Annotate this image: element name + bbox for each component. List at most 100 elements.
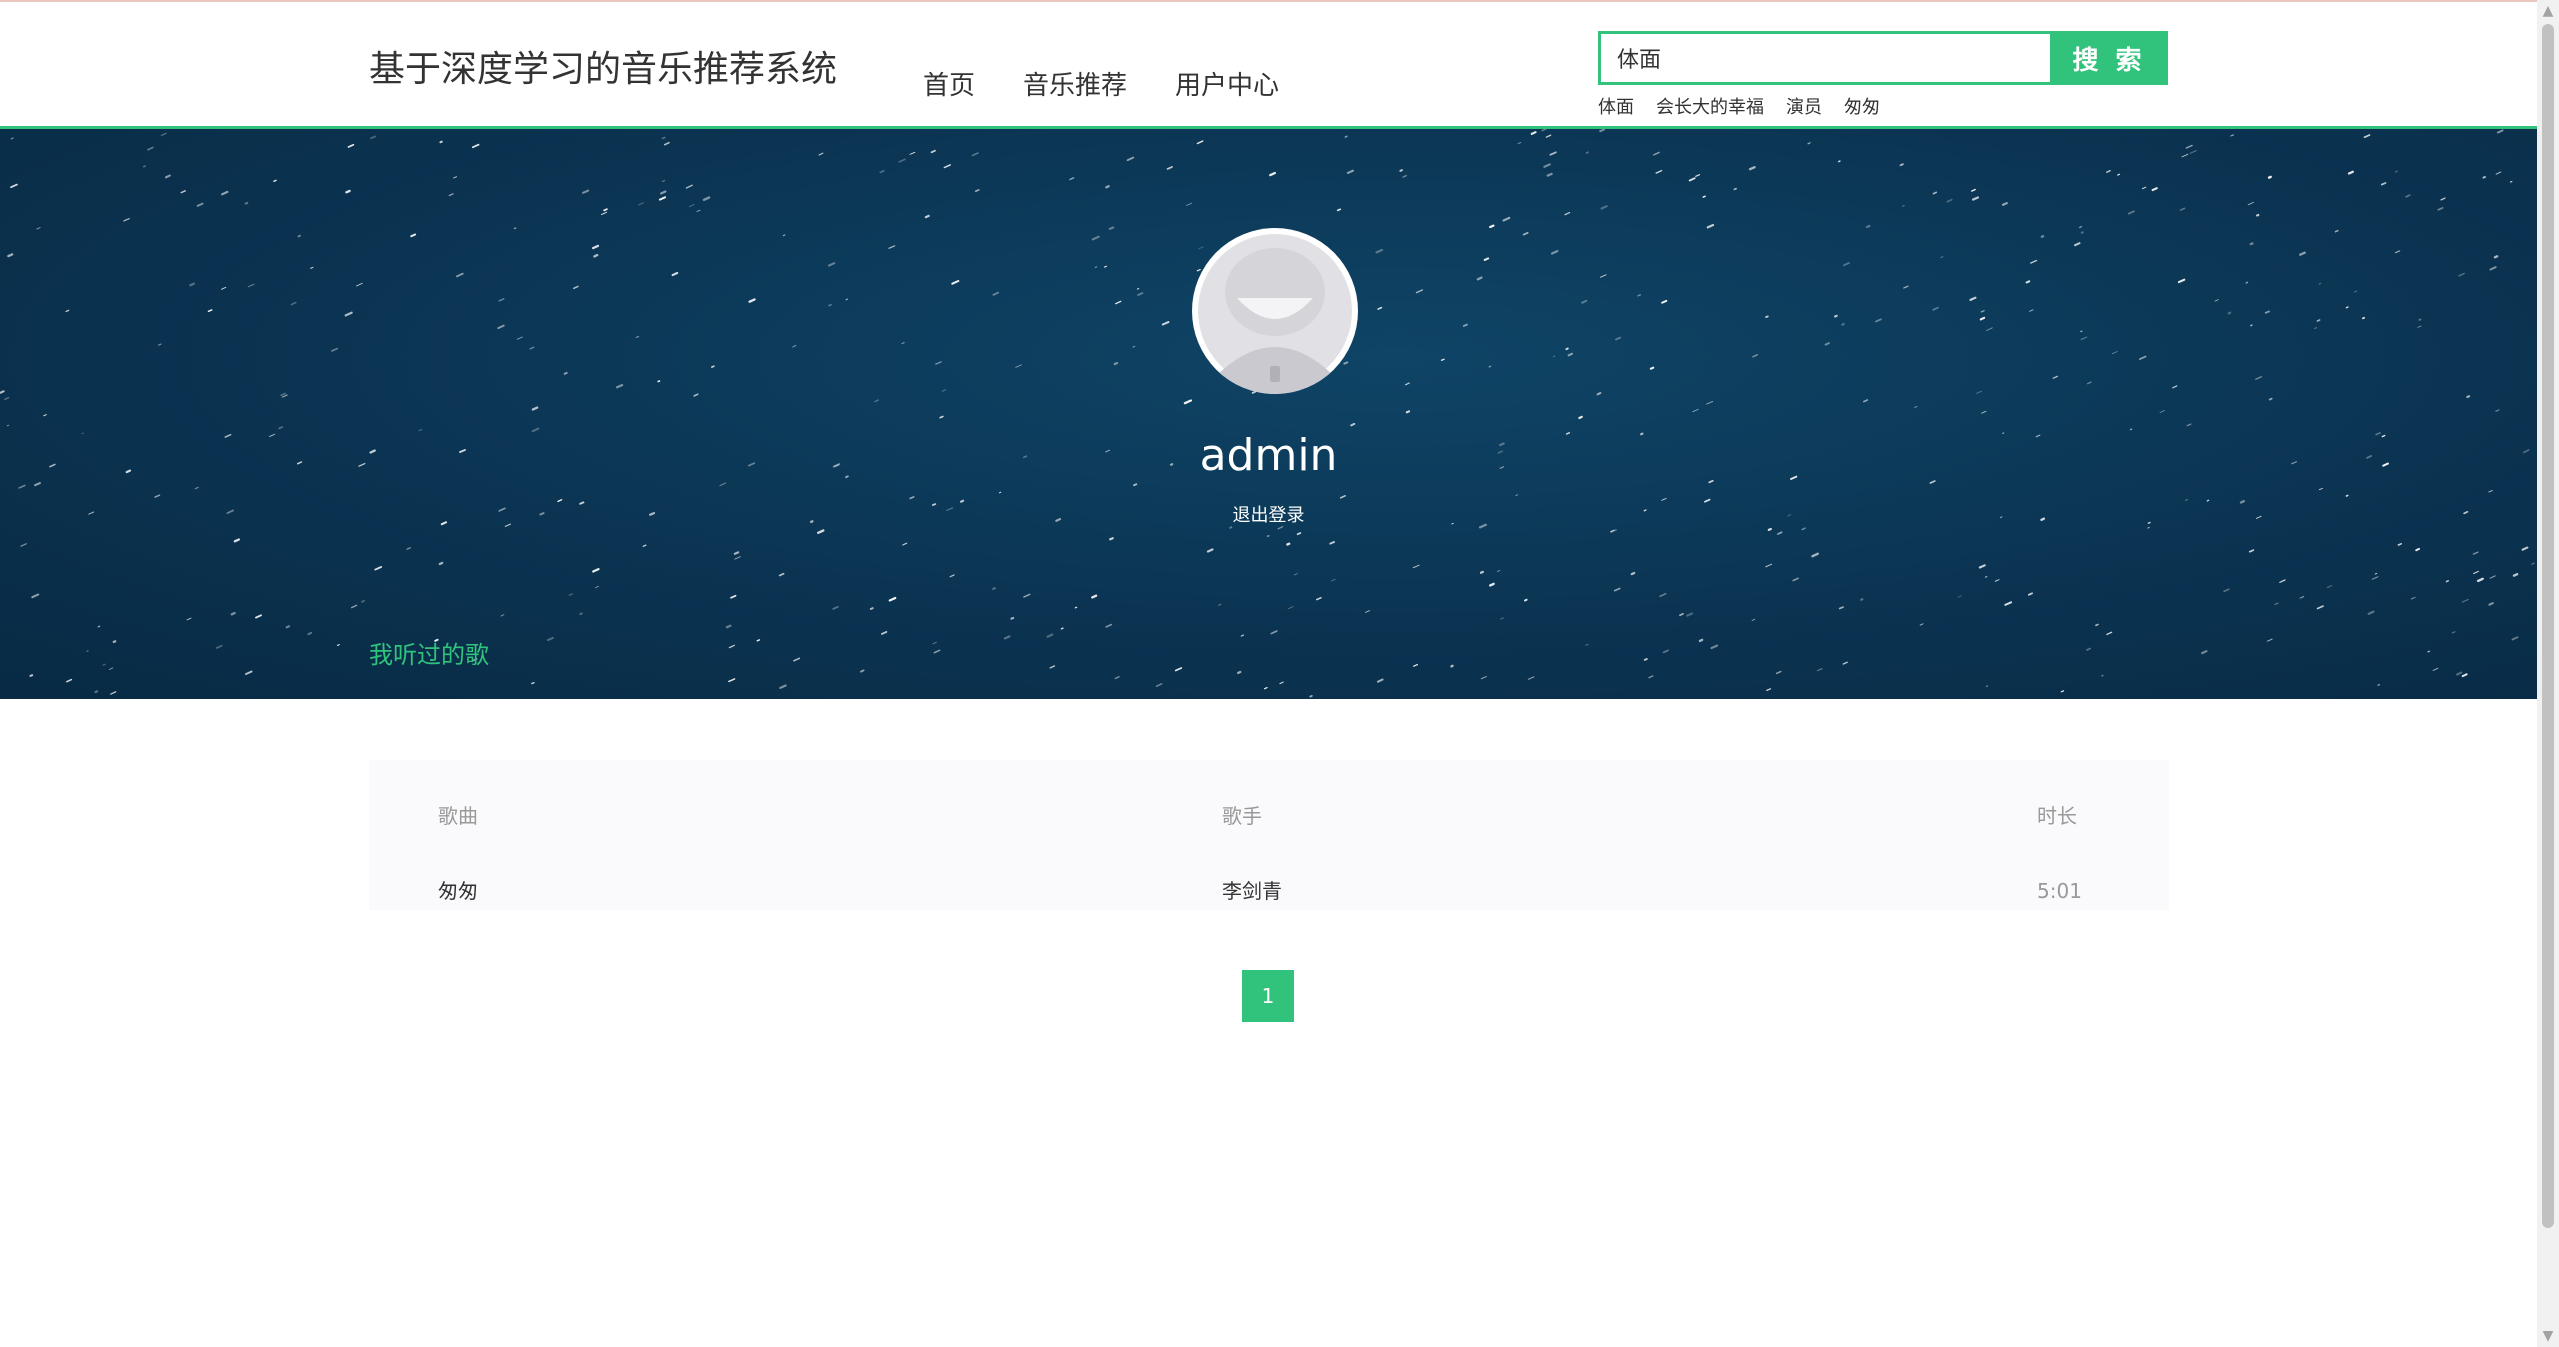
star [2493, 255, 2499, 259]
star [410, 233, 417, 238]
star [2334, 229, 2339, 233]
star [1476, 276, 1483, 281]
star [2318, 487, 2323, 491]
star [2440, 197, 2446, 201]
scrollbar-thumb[interactable] [2542, 24, 2554, 1228]
star [344, 311, 353, 317]
vertical-scrollbar[interactable]: ▲ ▼ [2537, 0, 2559, 1347]
search-button[interactable]: 搜 索 [2050, 31, 2168, 85]
star [1450, 664, 1454, 668]
star [782, 234, 786, 237]
star [1174, 667, 1183, 672]
site-header: 基于深度学习的音乐推荐系统 首页 音乐推荐 用户中心 搜 索 体面 会长大的幸福… [0, 2, 2537, 129]
star [2095, 623, 2099, 627]
star [2027, 592, 2033, 596]
star [1637, 294, 1642, 297]
star [1914, 406, 1918, 408]
star [557, 499, 563, 503]
star [725, 624, 732, 629]
star [2451, 631, 2456, 634]
star [2250, 324, 2253, 327]
star [347, 143, 355, 148]
table-header-row: 歌曲 歌手 时长 [369, 796, 2169, 836]
star [603, 208, 608, 212]
star [2397, 543, 2402, 546]
star [728, 678, 736, 683]
star [792, 345, 797, 348]
star [1984, 575, 1988, 578]
hot-word-4[interactable]: 匆匆 [1844, 96, 1880, 120]
star [2461, 673, 2468, 678]
star [2106, 631, 2113, 636]
star [2256, 213, 2260, 217]
search-input[interactable] [1598, 31, 2050, 85]
star [845, 298, 849, 301]
song-title[interactable]: 匆匆 [438, 871, 478, 911]
star [1105, 623, 1113, 628]
column-header-duration: 时长 [2037, 804, 2077, 828]
hot-search-words: 体面 会长大的幸福 演员 匆匆 [1598, 96, 1880, 120]
star [196, 202, 204, 207]
star [1686, 612, 1694, 617]
star [123, 217, 130, 222]
star [635, 335, 640, 339]
star [1546, 172, 1553, 177]
scroll-down-arrow-icon[interactable]: ▼ [2537, 1325, 2559, 1347]
star [1932, 191, 1938, 195]
nav-item-home[interactable]: 首页 [923, 68, 975, 104]
star [1811, 552, 1819, 558]
nav-item-recommend[interactable]: 音乐推荐 [1023, 68, 1127, 104]
star [207, 309, 213, 313]
star [2316, 605, 2324, 610]
star [453, 176, 457, 179]
star [939, 415, 944, 419]
star [2495, 171, 2502, 175]
star [1679, 612, 1684, 617]
star [933, 649, 941, 654]
star [1296, 532, 1302, 536]
star [2080, 231, 2084, 234]
star [1957, 595, 1962, 598]
star [1824, 342, 1830, 346]
star [2316, 319, 2321, 322]
site-title: 基于深度学习的音乐推荐系统 [369, 49, 838, 90]
star [1578, 415, 1583, 420]
default-avatar-icon [1198, 234, 1352, 394]
table-row[interactable]: 匆匆 李剑青 5:01 [369, 871, 2169, 911]
star [1543, 163, 1551, 168]
star [828, 262, 836, 267]
avatar[interactable] [1192, 228, 1358, 394]
hot-word-1[interactable]: 体面 [1598, 96, 1634, 120]
star [2473, 570, 2480, 575]
star [688, 203, 695, 208]
star [1971, 196, 1980, 201]
star [281, 394, 288, 398]
star [2456, 671, 2463, 676]
star [818, 152, 824, 156]
star [280, 392, 286, 397]
tab-listened-songs[interactable]: 我听过的歌 [369, 639, 489, 671]
nav-item-user-center[interactable]: 用户中心 [1175, 68, 1279, 104]
star [215, 644, 223, 649]
star [97, 625, 101, 628]
page-button-current[interactable]: 1 [1242, 970, 1294, 1022]
star [793, 657, 801, 662]
star [1483, 257, 1490, 261]
scroll-up-arrow-icon[interactable]: ▲ [2537, 0, 2559, 22]
star [2001, 201, 2008, 206]
star [2223, 588, 2230, 593]
star [1801, 527, 1806, 531]
star [1336, 208, 1342, 212]
star [2394, 170, 2398, 173]
star [638, 202, 644, 206]
logout-link[interactable]: 退出登录 [0, 504, 2537, 528]
star [2025, 280, 2031, 284]
star [935, 361, 942, 365]
hot-word-2[interactable]: 会长大的幸福 [1656, 96, 1764, 120]
star [247, 283, 255, 288]
star [2080, 336, 2088, 341]
hot-word-3[interactable]: 演员 [1786, 96, 1822, 120]
star [1091, 235, 1100, 241]
song-artist[interactable]: 李剑青 [1222, 871, 1282, 911]
star [1091, 594, 1098, 599]
